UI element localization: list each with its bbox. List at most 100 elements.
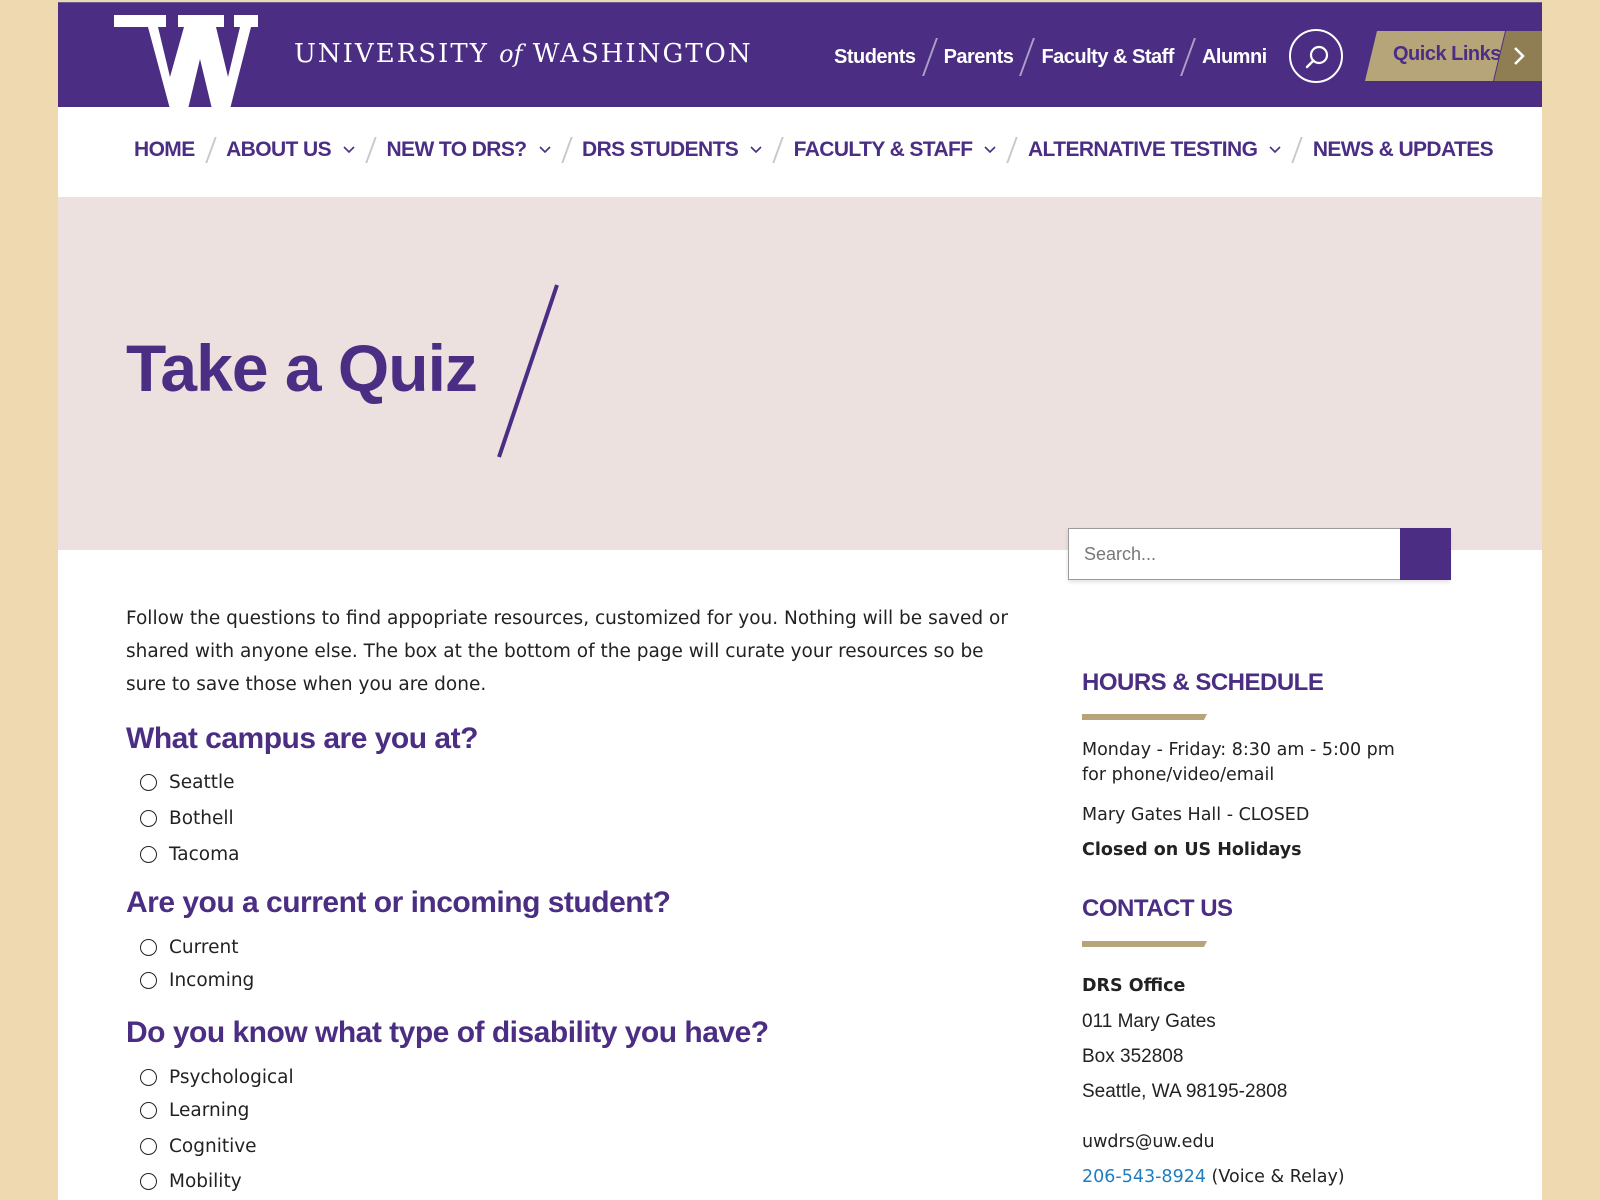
- quick-links-button[interactable]: Quick Links: [1365, 31, 1505, 81]
- nav-label: ALTERNATIVE TESTING: [1027, 138, 1258, 161]
- nav-label: FACULTY & STAFF: [793, 138, 973, 161]
- hours-heading-underline: [1082, 714, 1207, 720]
- nav-item-alternative-testing[interactable]: ALTERNATIVE TESTING: [1028, 138, 1281, 162]
- main-nav: HOME ABOUT US NEW TO DRS? DRS STUDENTS F…: [58, 107, 1542, 197]
- hours-note: for phone/video/email: [1082, 765, 1275, 785]
- radio-icon[interactable]: [140, 846, 157, 863]
- search-input[interactable]: [1069, 529, 1399, 579]
- contact-email-text: uwdrs@uw.edu: [1082, 1132, 1215, 1152]
- nav-item-faculty-staff[interactable]: FACULTY & STAFF: [794, 138, 997, 162]
- audience-separator: [1180, 38, 1196, 76]
- audience-separator: [921, 38, 938, 76]
- option-label: Incoming: [169, 970, 255, 991]
- intro-text: Follow the questions to find appopriate …: [126, 608, 1008, 695]
- question-student-status-heading: Are you a current or incoming student?: [126, 886, 671, 919]
- contact-phone-line: 206-543-8924 (Voice & Relay): [1082, 1165, 1345, 1189]
- nav-separator: [204, 137, 216, 163]
- nav-label: NEW TO DRS?: [386, 138, 527, 161]
- decorative-slash: [497, 284, 559, 458]
- nav-item-about-us[interactable]: ABOUT US: [226, 138, 355, 162]
- page-title: Take a Quiz: [126, 331, 478, 405]
- top-bar: UNIVERSITY of WASHINGTON Students Parent…: [58, 2, 1542, 109]
- radio-icon[interactable]: [140, 1102, 157, 1119]
- radio-icon[interactable]: [140, 1069, 157, 1086]
- contact-email[interactable]: uwdrs@uw.edu: [1082, 1130, 1215, 1154]
- chevron-down-icon: [750, 146, 762, 154]
- audience-link-parents[interactable]: Parents: [944, 46, 1014, 69]
- option-psychological[interactable]: Psychological: [140, 1067, 294, 1088]
- nav-separator: [365, 137, 377, 163]
- nav-label: HOME: [134, 138, 195, 161]
- nav-label: NEWS & UPDATES: [1312, 138, 1494, 161]
- contact-phone-link[interactable]: 206-543-8924: [1082, 1167, 1206, 1187]
- quick-links-label: Quick Links: [1393, 43, 1501, 65]
- nav-separator: [772, 137, 784, 163]
- chevron-down-icon: [538, 146, 551, 154]
- page-hero: Take a Quiz: [58, 197, 1542, 550]
- option-learning[interactable]: Learning: [140, 1100, 249, 1121]
- option-incoming[interactable]: Incoming: [140, 970, 254, 991]
- nav-item-news-updates[interactable]: NEWS & UPDATES: [1312, 138, 1494, 162]
- option-cognitive[interactable]: Cognitive: [140, 1136, 257, 1157]
- option-label: Tacoma: [169, 844, 240, 865]
- question-campus-heading: What campus are you at?: [126, 722, 478, 755]
- radio-icon[interactable]: [140, 1138, 157, 1155]
- chevron-down-icon: [343, 146, 355, 154]
- option-label: Bothell: [169, 808, 234, 829]
- hours-holidays: Closed on US Holidays: [1082, 840, 1302, 860]
- nav-item-new-to-drs[interactable]: NEW TO DRS?: [386, 138, 551, 162]
- contact-heading-underline: [1082, 941, 1207, 947]
- contact-phone-note: (Voice & Relay): [1205, 1167, 1345, 1187]
- option-label: Cognitive: [169, 1136, 257, 1157]
- option-bothell[interactable]: Bothell: [140, 808, 234, 829]
- option-label: Learning: [169, 1100, 250, 1121]
- search-submit-button[interactable]: [1400, 528, 1451, 580]
- option-tacoma[interactable]: Tacoma: [140, 844, 239, 865]
- sidebar-search: [1068, 528, 1451, 580]
- nav-item-home[interactable]: HOME: [134, 138, 195, 162]
- option-current[interactable]: Current: [140, 937, 238, 958]
- wordmark-of: of: [499, 40, 523, 68]
- contact-address-line-3: Seattle, WA 98195-2808: [1082, 1081, 1288, 1102]
- chevron-down-icon: [1269, 146, 1281, 154]
- audience-link-students[interactable]: Students: [834, 46, 916, 69]
- nav-label: ABOUT US: [226, 138, 331, 161]
- uw-wordmark[interactable]: UNIVERSITY of WASHINGTON: [294, 39, 753, 69]
- search-icon: [1305, 45, 1329, 69]
- search-toggle-button[interactable]: [1289, 29, 1343, 83]
- page: UNIVERSITY of WASHINGTON Students Parent…: [58, 2, 1542, 1200]
- hours-heading: HOURS & SCHEDULE: [1082, 669, 1324, 696]
- hours-location-status: Mary Gates Hall - CLOSED: [1082, 805, 1310, 825]
- hours-weekday: Monday - Friday: 8:30 am - 5:00 pm: [1082, 740, 1395, 760]
- contact-heading: CONTACT US: [1082, 895, 1233, 922]
- option-label: Seattle: [169, 772, 235, 793]
- wordmark-pre: UNIVERSITY: [294, 39, 500, 69]
- question-disability-type-heading: Do you know what type of disability you …: [126, 1016, 769, 1049]
- contact-office-name: DRS Office: [1082, 976, 1186, 996]
- radio-icon[interactable]: [140, 939, 157, 956]
- audience-nav: Students Parents Faculty & Staff Alumni: [834, 38, 1267, 76]
- option-label: Mobility: [169, 1171, 242, 1192]
- radio-icon[interactable]: [140, 810, 157, 827]
- option-seattle[interactable]: Seattle: [140, 772, 235, 793]
- audience-separator: [1019, 38, 1036, 76]
- audience-link-alumni[interactable]: Alumni: [1202, 46, 1267, 69]
- contact-address-line-2: Box 352808: [1082, 1046, 1184, 1067]
- chevron-right-icon: [1514, 47, 1525, 65]
- nav-separator: [1291, 137, 1303, 163]
- option-mobility[interactable]: Mobility: [140, 1171, 242, 1192]
- wordmark-post: WASHINGTON: [522, 39, 753, 69]
- radio-icon[interactable]: [140, 972, 157, 989]
- nav-label: DRS STUDENTS: [582, 138, 739, 161]
- uw-w-logo[interactable]: [114, 13, 258, 109]
- contact-address-line-1: 011 Mary Gates: [1082, 1011, 1216, 1032]
- nav-separator: [560, 137, 572, 163]
- option-label: Current: [169, 937, 239, 958]
- radio-icon[interactable]: [140, 774, 157, 791]
- nav-item-drs-students[interactable]: DRS STUDENTS: [582, 138, 762, 162]
- audience-link-faculty-staff[interactable]: Faculty & Staff: [1041, 46, 1174, 69]
- radio-icon[interactable]: [140, 1173, 157, 1190]
- option-label: Psychological: [169, 1067, 294, 1088]
- nav-separator: [1006, 137, 1018, 163]
- chevron-down-icon: [984, 146, 997, 154]
